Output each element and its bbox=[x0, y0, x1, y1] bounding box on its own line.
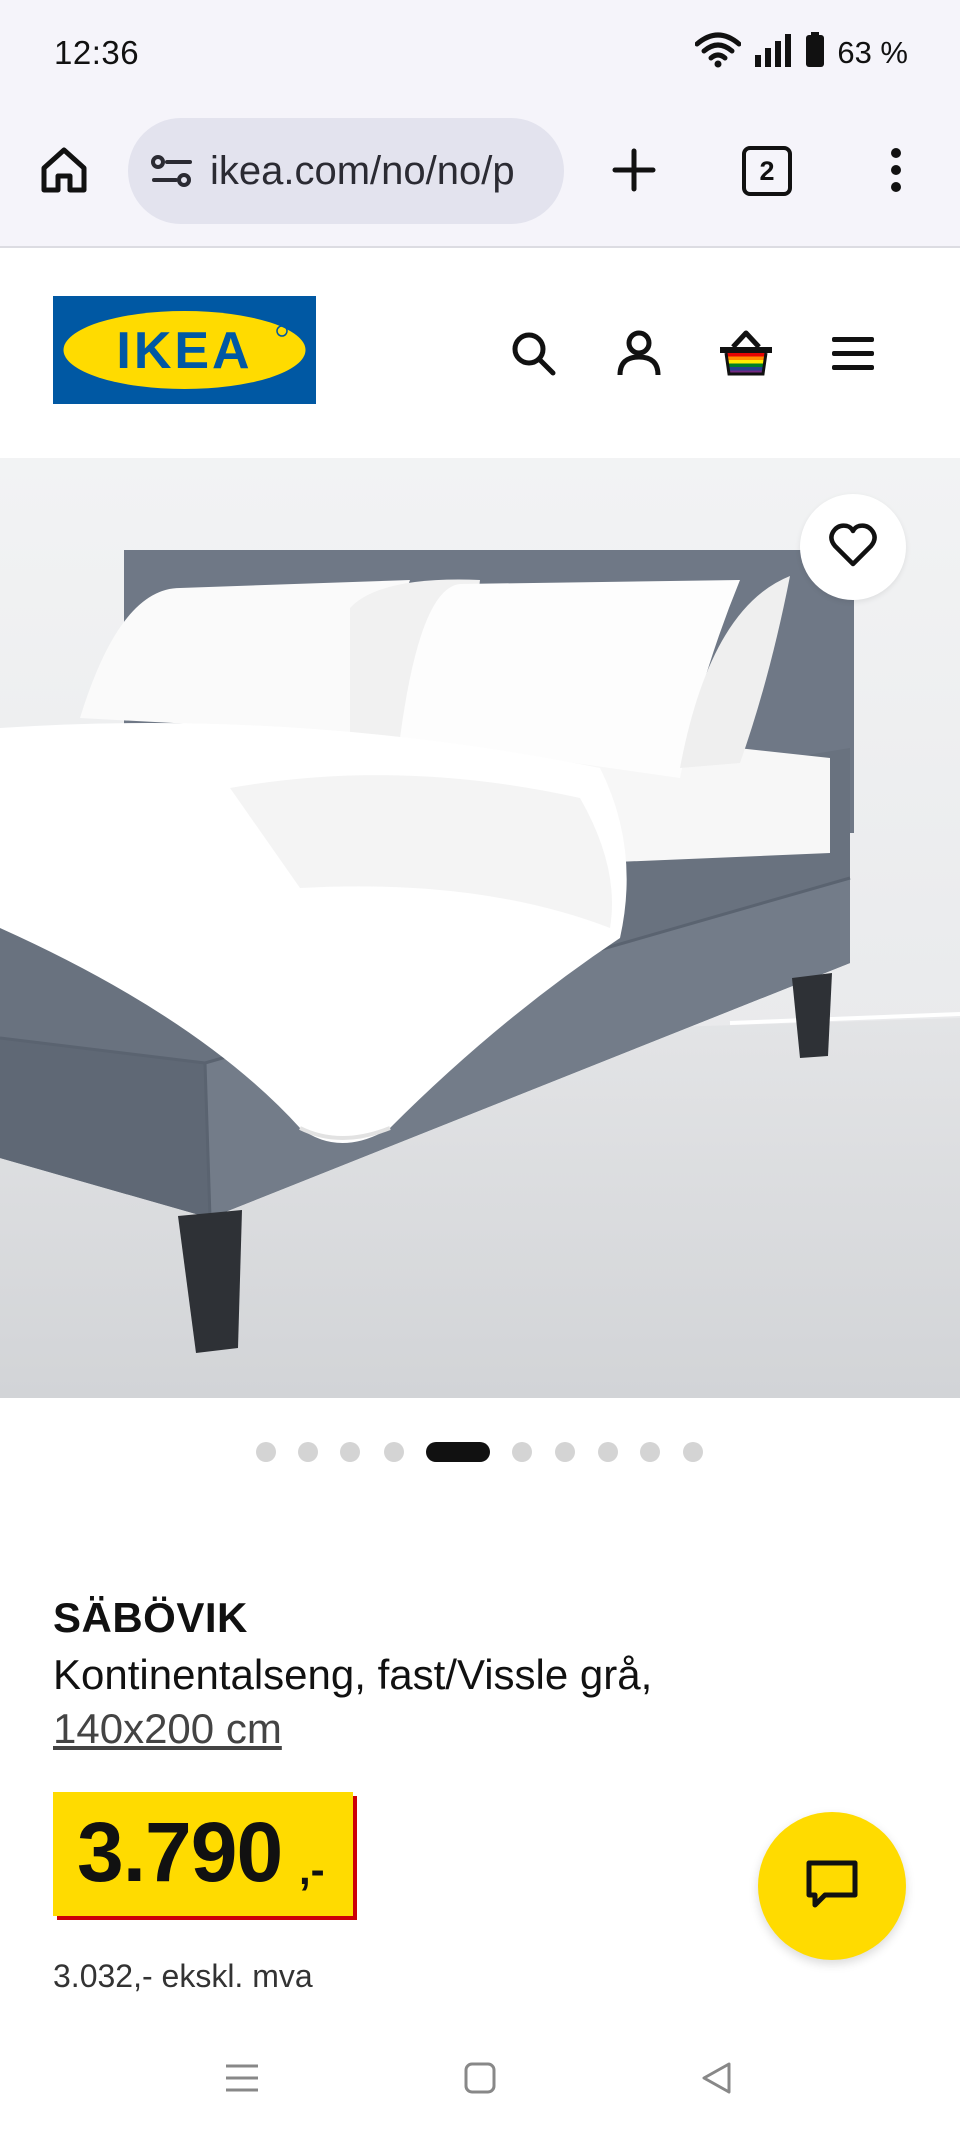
chat-icon bbox=[803, 1857, 861, 1916]
carousel-dot[interactable] bbox=[555, 1442, 575, 1462]
carousel-dot[interactable] bbox=[512, 1442, 532, 1462]
tab-count: 2 bbox=[742, 146, 792, 196]
product-image[interactable] bbox=[0, 458, 960, 1398]
price-suffix: ,- bbox=[299, 1846, 325, 1893]
product-description-text: Kontinentalseng, fast/Vissle grå, bbox=[53, 1651, 653, 1698]
product-size-link[interactable]: 140x200 cm bbox=[53, 1702, 873, 1756]
search-icon[interactable] bbox=[498, 318, 568, 388]
product-description: Kontinentalseng, fast/Vissle grå, 140x20… bbox=[53, 1648, 873, 1756]
battery-icon bbox=[805, 32, 825, 73]
product-name: SÄBÖVIK bbox=[53, 1594, 248, 1641]
price-main: 3.790 bbox=[77, 1805, 283, 1899]
carousel-indicator bbox=[0, 1440, 960, 1464]
price-tag: 3.790 ,- bbox=[53, 1792, 353, 1916]
carousel-dot-active[interactable] bbox=[426, 1442, 490, 1462]
status-time: 12:36 bbox=[54, 34, 140, 71]
recent-apps-icon[interactable] bbox=[210, 2046, 274, 2110]
battery-percentage: 63 % bbox=[837, 34, 908, 70]
status-icons: 63 % bbox=[694, 32, 908, 73]
bed-photo bbox=[0, 458, 960, 1398]
url-text: ikea.com/no/no/p bbox=[210, 148, 515, 193]
carousel-dot[interactable] bbox=[340, 1442, 360, 1462]
carousel-dot[interactable] bbox=[384, 1442, 404, 1462]
chat-button[interactable] bbox=[758, 1812, 906, 1960]
carousel-dot[interactable] bbox=[598, 1442, 618, 1462]
home-nav-icon[interactable] bbox=[448, 2046, 512, 2110]
more-menu-icon[interactable] bbox=[860, 134, 932, 206]
price-excl-vat: 3.032,- ekskl. mva bbox=[53, 1958, 313, 1994]
browser-toolbar: ikea.com/no/no/p 2 bbox=[0, 110, 960, 248]
carousel-dot[interactable] bbox=[298, 1442, 318, 1462]
basket-icon[interactable] bbox=[710, 318, 782, 388]
system-navigation-bar bbox=[0, 2020, 960, 2133]
status-bar: 12:36 63 % bbox=[0, 0, 960, 110]
new-tab-icon[interactable] bbox=[598, 134, 670, 206]
favorite-button[interactable] bbox=[800, 494, 906, 600]
logo-text: IKEA bbox=[116, 322, 252, 380]
carousel-dot[interactable] bbox=[640, 1442, 660, 1462]
wifi-icon bbox=[694, 32, 742, 73]
back-nav-icon[interactable] bbox=[684, 2046, 748, 2110]
heart-icon bbox=[829, 522, 877, 572]
home-icon[interactable] bbox=[28, 134, 100, 206]
ikea-logo[interactable]: IKEA bbox=[53, 296, 316, 404]
site-info-icon[interactable] bbox=[150, 151, 194, 191]
carousel-dot[interactable] bbox=[256, 1442, 276, 1462]
carousel-dot[interactable] bbox=[683, 1442, 703, 1462]
address-bar[interactable]: ikea.com/no/no/p bbox=[128, 118, 564, 224]
signal-icon bbox=[753, 33, 793, 72]
menu-icon[interactable] bbox=[818, 318, 888, 388]
tabs-icon[interactable]: 2 bbox=[730, 134, 804, 208]
account-icon[interactable] bbox=[604, 318, 674, 388]
